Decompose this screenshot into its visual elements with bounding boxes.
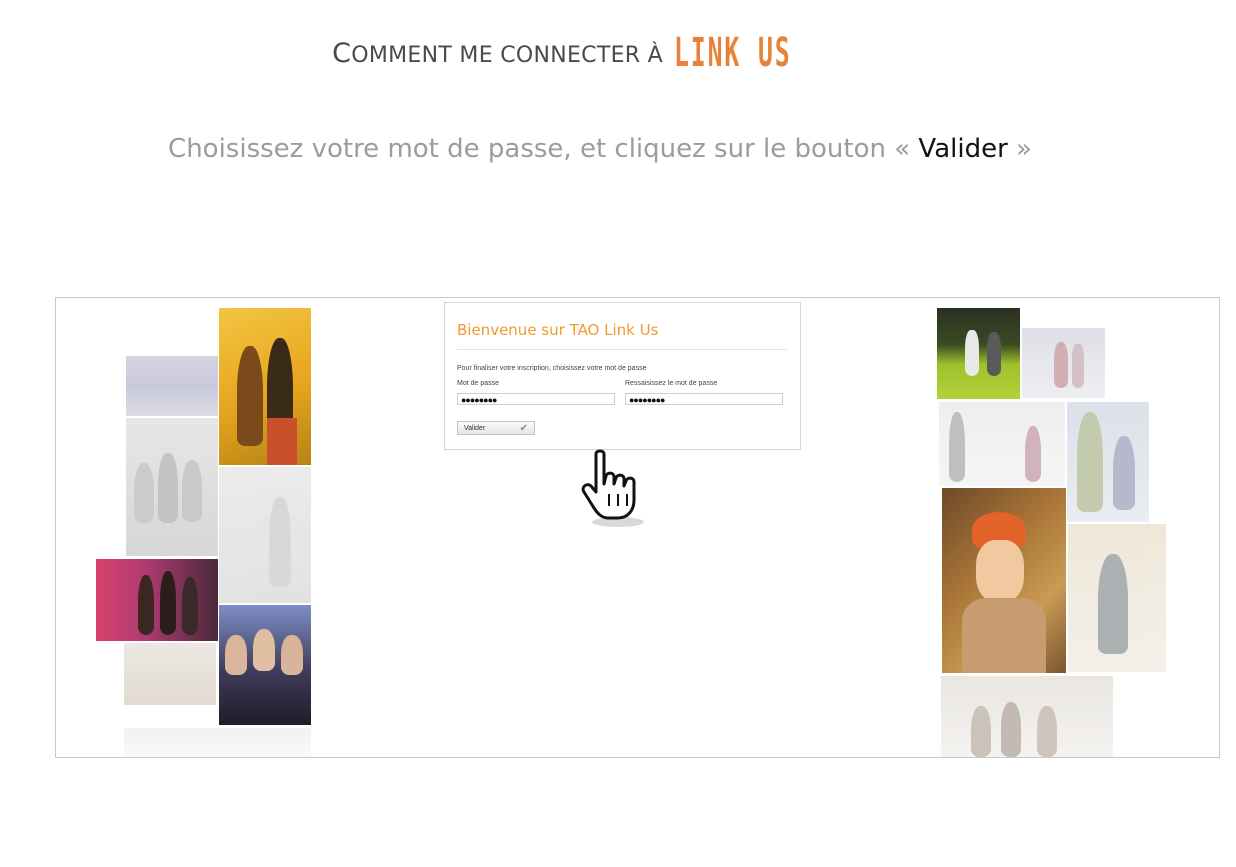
photo-kids-jackets-faded — [1067, 402, 1149, 522]
password-label: Mot de passe — [457, 380, 500, 387]
title-text: OMMENT ME CONNECTER À — [351, 43, 664, 68]
form-divider — [457, 349, 787, 350]
photo-girl-beanie — [942, 488, 1066, 673]
title-initial: C — [332, 38, 352, 69]
photo-group-faded — [126, 418, 218, 556]
instruction-after: » — [1007, 134, 1032, 164]
brand-logo: LINK US — [674, 30, 792, 76]
photo-girls-selfie — [219, 605, 311, 725]
confirm-password-label: Ressaisissez le mot de passe — [625, 380, 718, 387]
photo-party-faded — [124, 643, 216, 705]
instruction-before: Choisissez votre mot de passe, et clique… — [168, 134, 919, 164]
valider-button[interactable]: Valider ✔ — [457, 421, 535, 435]
password-field[interactable]: ●●●●●●●● — [457, 393, 615, 405]
photo-kids-green — [937, 308, 1020, 399]
photo-performers-yellow — [219, 308, 311, 465]
photo-concert-crowd — [126, 356, 218, 416]
form-title: Bienvenue sur TAO Link Us — [457, 321, 659, 339]
photo-dancers-pink — [96, 559, 218, 641]
welcome-form: Bienvenue sur TAO Link Us Pour finaliser… — [444, 302, 801, 450]
valider-button-label: Valider — [464, 425, 486, 432]
photo-room-faded — [124, 728, 311, 757]
login-screenshot: Bienvenue sur TAO Link Us Pour finaliser… — [55, 297, 1220, 758]
photo-dance-faded — [939, 402, 1065, 486]
hand-pointer-icon — [581, 449, 644, 527]
confirm-password-field[interactable]: ●●●●●●●● — [625, 393, 783, 405]
photo-group-indoor-faded — [941, 676, 1113, 757]
photo-stage-faded — [219, 467, 311, 603]
photo-snow-kids-faded — [1022, 328, 1105, 398]
instruction-button-word: Valider — [918, 134, 1008, 164]
check-icon: ✔ — [519, 423, 528, 434]
instruction-text: Choisissez votre mot de passe, et clique… — [0, 134, 1200, 164]
photo-runway-boy-faded — [1068, 524, 1166, 672]
form-intro: Pour finaliser votre inscription, choisi… — [457, 365, 647, 372]
page-title: COMMENT ME CONNECTER À LINK US — [0, 30, 1196, 76]
